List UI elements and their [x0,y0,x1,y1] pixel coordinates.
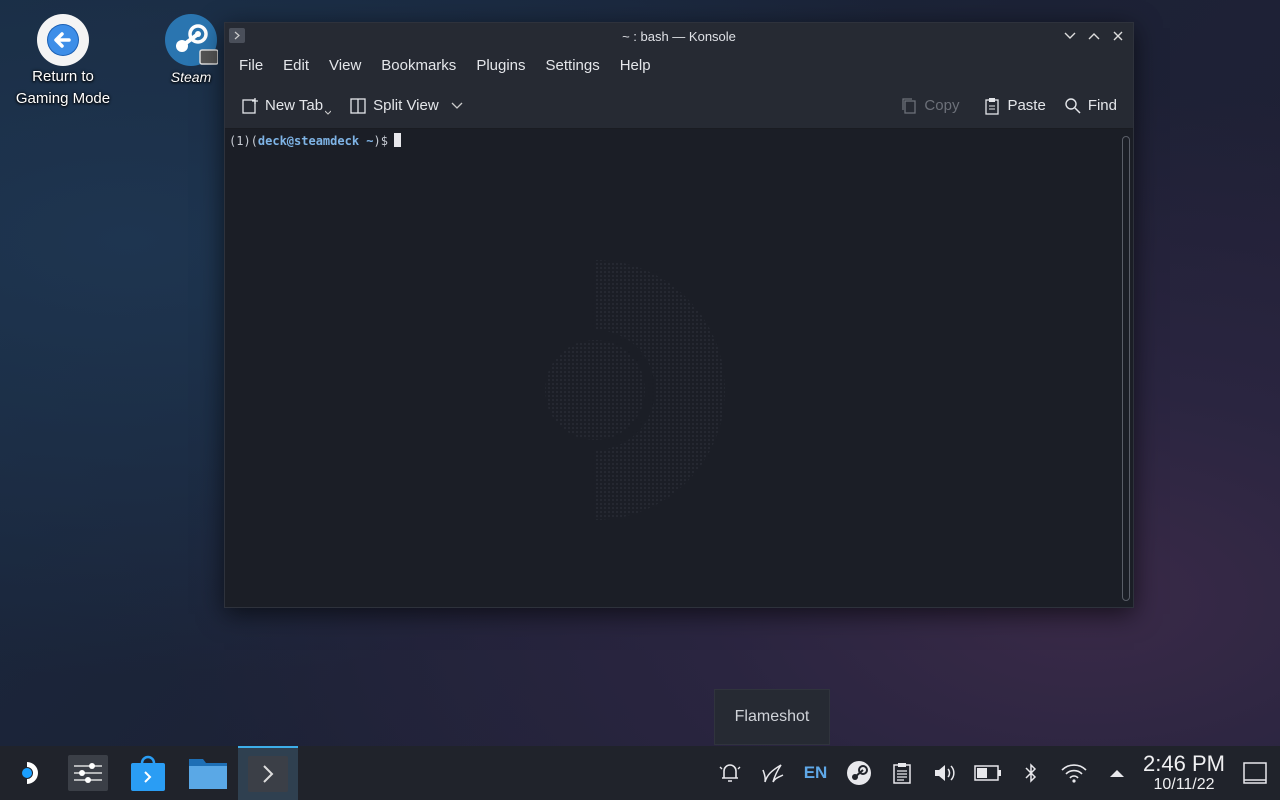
return-to-gaming-mode-shortcut[interactable]: Return to Gaming Mode [8,12,118,110]
paste-button[interactable]: Paste [977,90,1051,122]
split-view-label: Split View [373,97,439,114]
close-button[interactable] [1109,27,1127,45]
new-tab-label: New Tab [265,97,324,114]
chevron-down-icon [451,102,463,109]
expand-tray-icon[interactable] [1095,746,1138,800]
menu-file[interactable]: File [229,49,273,83]
copy-label: Copy [924,97,960,114]
konsole-window: ~ : bash — Konsole File Edit View Bookma… [224,22,1134,608]
find-button[interactable]: Find [1058,90,1123,122]
toolbar: New Tab Split View Copy Paste Find [225,83,1133,129]
taskbar: EN 2:46 PM 10/11/22 [0,746,1280,800]
clock-time: 2:46 PM [1143,751,1225,776]
task-system-settings[interactable] [58,746,118,800]
discover-store-icon [131,755,165,791]
window-titlebar[interactable]: ~ : bash — Konsole [225,23,1133,49]
copy-icon [902,97,917,114]
window-title: ~ : bash — Konsole [622,28,736,44]
menu-help[interactable]: Help [610,49,661,83]
new-tab-icon [242,97,258,114]
menu-bookmarks[interactable]: Bookmarks [371,49,466,83]
battery-icon[interactable] [966,746,1009,800]
notifications-icon[interactable] [708,746,751,800]
task-discover[interactable] [118,746,178,800]
volume-icon[interactable] [923,746,966,800]
show-desktop-button[interactable] [1230,746,1280,800]
terminal-cursor [393,133,401,147]
digital-clock[interactable]: 2:46 PM 10/11/22 [1138,752,1230,794]
clock-date: 10/11/22 [1153,776,1215,793]
show-desktop-icon [1243,762,1267,784]
menu-plugins[interactable]: Plugins [466,49,535,83]
chevron-up-icon [1088,33,1100,40]
konsole-icon [248,756,288,792]
keyboard-layout-indicator[interactable]: EN [794,746,837,800]
task-file-manager[interactable] [178,746,238,800]
tooltip: Flameshot [714,689,830,745]
prompt-prefix: (1)( [229,134,258,148]
steamdeck-logo-watermark [545,260,725,520]
menu-edit[interactable]: Edit [273,49,319,83]
chevron-down-icon [325,110,332,115]
copy-button[interactable]: Copy [894,90,965,122]
clipboard-icon[interactable] [880,746,923,800]
paste-label: Paste [1007,97,1046,114]
settings-sliders-icon [68,755,108,791]
prompt-user: deck@steamdeck [257,134,360,148]
chevron-down-icon [1064,32,1076,39]
terminal-scrollbar[interactable] [1121,136,1131,601]
wifi-icon[interactable] [1052,746,1095,800]
steam-icon [165,14,218,66]
return-shortcut-label: Return to Gaming Mode [15,68,111,107]
prompt-suffix: )$ [373,134,388,148]
flameshot-icon[interactable] [751,746,794,800]
minimize-button[interactable] [1061,27,1079,45]
split-view-button[interactable]: Split View [343,90,469,122]
find-label: Find [1087,97,1117,114]
split-view-icon [350,97,366,114]
steam-tray-icon[interactable] [837,746,880,800]
menu-bar: File Edit View Bookmarks Plugins Setting… [225,49,1133,83]
close-icon [1113,31,1123,41]
new-tab-button[interactable]: New Tab [235,90,337,122]
back-arrow-icon [37,14,89,66]
search-icon [1065,97,1081,114]
folder-icon [189,759,227,789]
prompt-path: ~ [359,134,374,148]
bluetooth-icon[interactable] [1009,746,1052,800]
system-tray: EN 2:46 PM 10/11/22 [708,746,1280,800]
konsole-app-icon[interactable] [229,28,245,43]
scrollbar-thumb[interactable] [1122,136,1130,601]
paste-icon [985,97,1000,115]
steamdeck-launcher-icon [22,762,38,784]
terminal-area[interactable]: (1)(deck@steamdeck ~)$ [225,130,1133,607]
task-konsole[interactable] [238,746,298,800]
menu-settings[interactable]: Settings [536,49,610,83]
application-launcher[interactable] [0,746,58,800]
terminal-prompt: (1)(deck@steamdeck ~)$ [229,132,401,150]
menu-view[interactable]: View [319,49,371,83]
maximize-button[interactable] [1085,27,1103,45]
